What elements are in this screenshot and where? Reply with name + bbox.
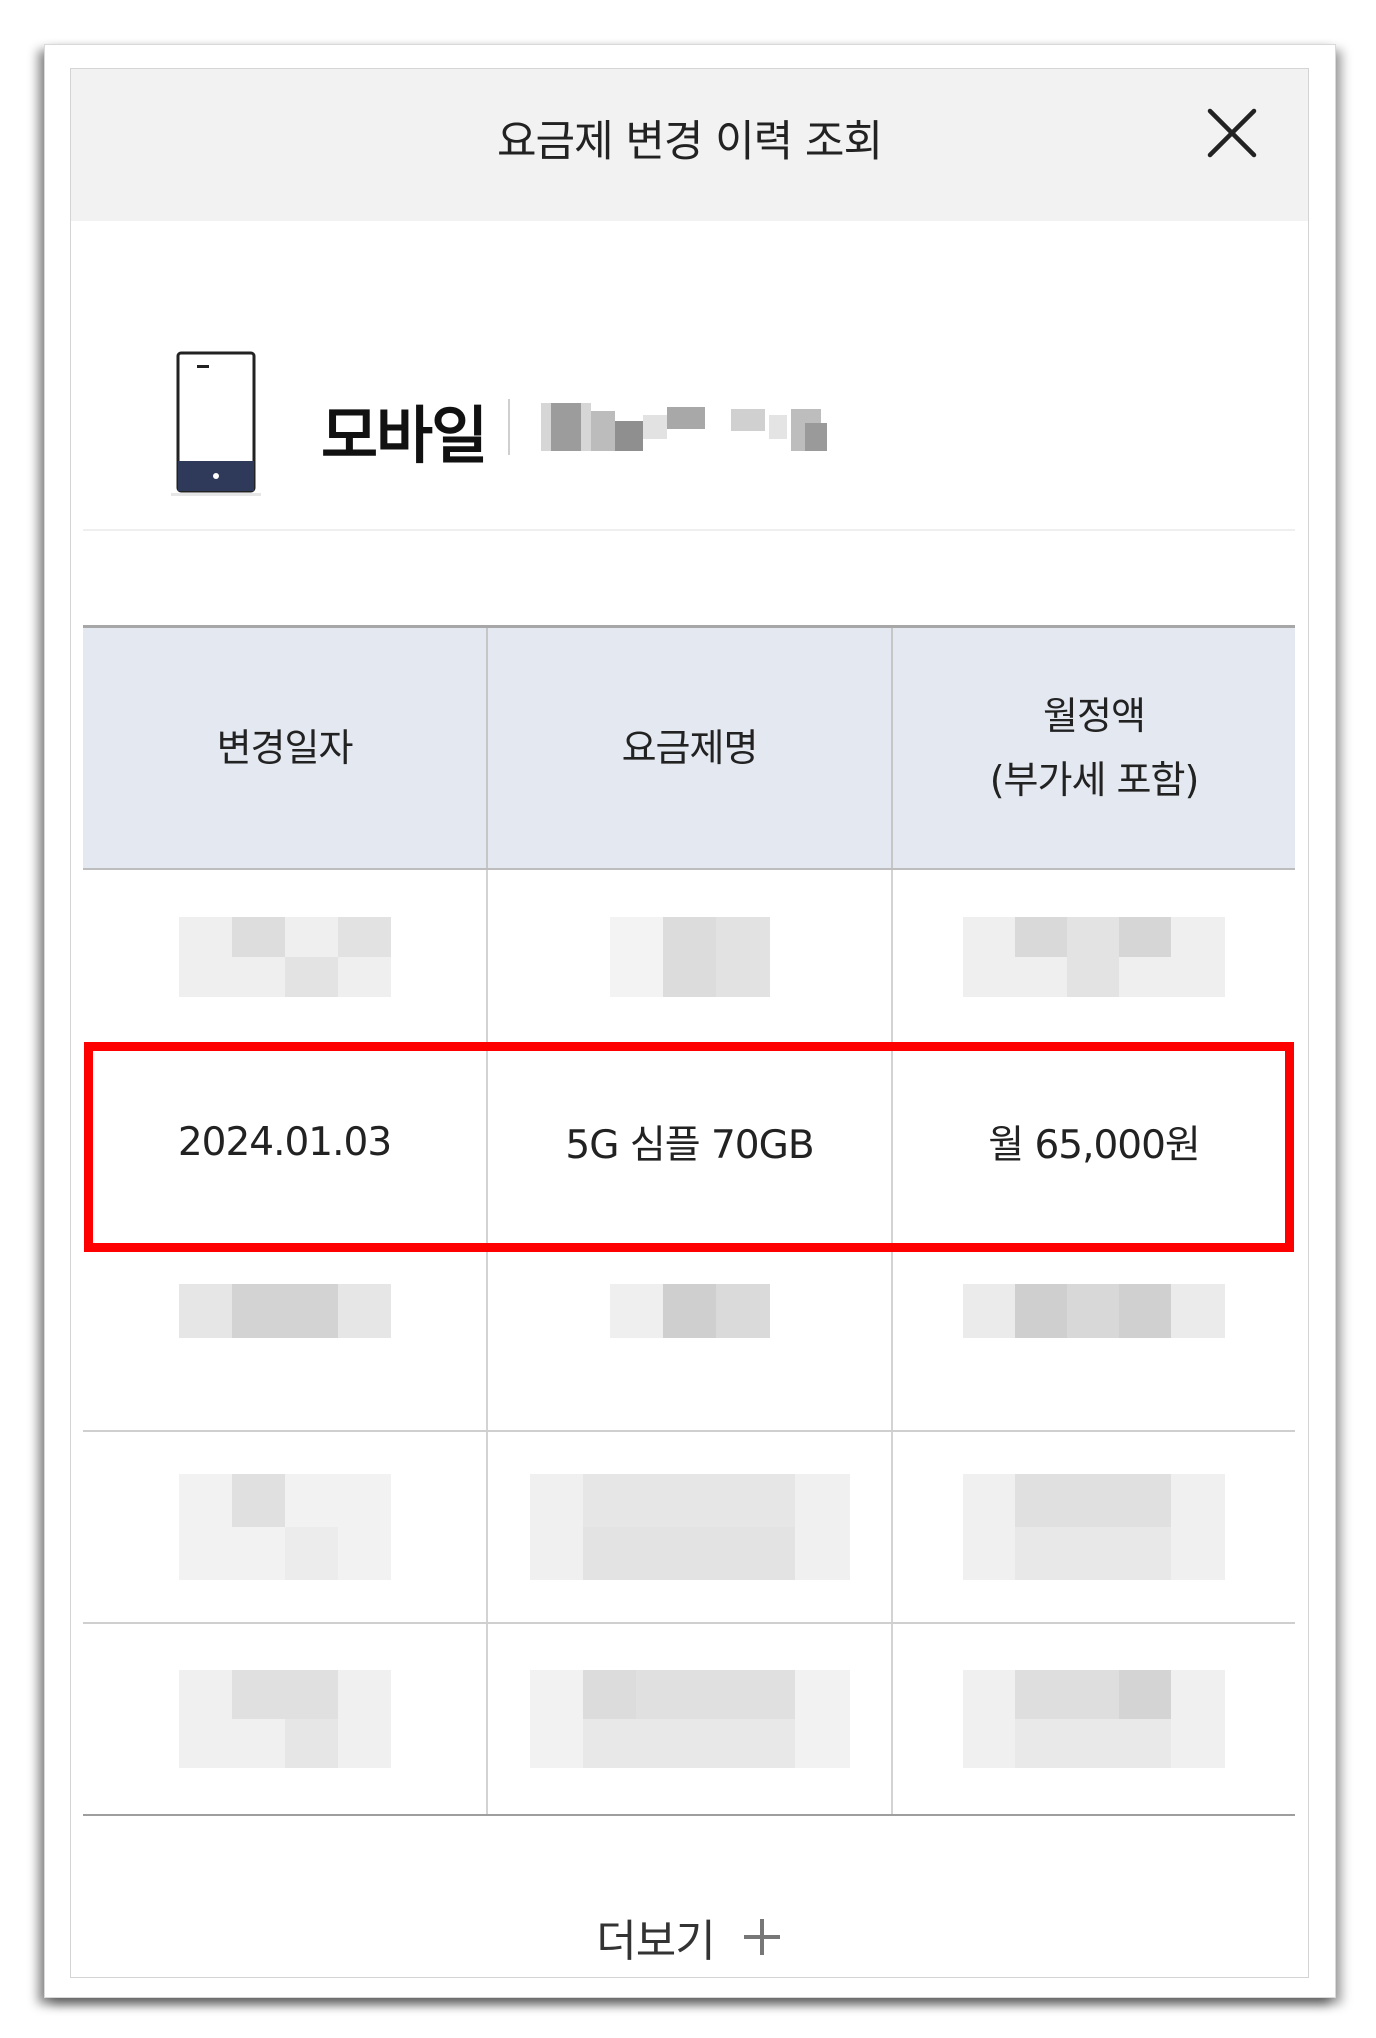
monthly-price: 월 65,000원 (988, 1123, 1201, 1168)
masked-cell (83, 870, 486, 1044)
masked-cell (488, 870, 891, 1044)
table-row (83, 1624, 1295, 1816)
service-type-label: 모바일 (321, 399, 488, 472)
masked-content (963, 1474, 1225, 1580)
more-button[interactable]: 더보기 (71, 1905, 1308, 1969)
close-icon (1207, 108, 1257, 158)
masked-cell (83, 1432, 486, 1622)
table-header: 변경일자 요금제명 월정액 (부가세 포함) (83, 625, 1295, 870)
table-row (83, 1432, 1295, 1624)
masked-phone-number (541, 403, 827, 451)
section-divider (83, 529, 1295, 531)
plus-icon (743, 1919, 780, 1955)
table-row (83, 870, 1295, 1044)
masked-content (178, 917, 391, 997)
masked-cell (893, 1624, 1295, 1814)
masked-cell (488, 1624, 891, 1814)
column-header-price-sub: (부가세 포함) (989, 758, 1200, 802)
masked-content (178, 1474, 391, 1580)
masked-cell (83, 1240, 486, 1430)
masked-content (609, 917, 770, 997)
change-date: 2024.01.03 (177, 1119, 392, 1165)
table-row-highlighted: 2024.01.03 5G 심플 70GB 월 65,000원 (83, 1044, 1295, 1240)
column-header-price: 월정액 (부가세 포함) (893, 628, 1295, 868)
masked-content (963, 917, 1225, 997)
plan-history-modal: 요금제 변경 이력 조회 모바일 변경일자 요금제명 월정액 (부가세 포함) … (70, 68, 1309, 1978)
plan-name: 5G 심플 70GB (565, 1123, 814, 1168)
masked-content (178, 1670, 391, 1768)
masked-cell (893, 1432, 1295, 1622)
divider (508, 399, 510, 455)
masked-content (178, 1284, 391, 1338)
column-header-price-label: 월정액 (1043, 694, 1146, 738)
column-header-plan: 요금제명 (621, 726, 759, 770)
table-row (83, 1240, 1295, 1432)
close-button[interactable] (1202, 103, 1262, 163)
plan-history-table: 변경일자 요금제명 월정액 (부가세 포함) 2024.01.03 5G 심플 … (83, 625, 1295, 1816)
masked-cell (488, 1432, 891, 1622)
masked-cell (488, 1240, 891, 1430)
masked-cell (893, 1240, 1295, 1430)
masked-cell (893, 870, 1295, 1044)
masked-content (529, 1670, 850, 1768)
modal-title: 요금제 변경 이력 조회 (496, 117, 883, 167)
masked-content (963, 1284, 1225, 1338)
masked-cell (83, 1624, 486, 1814)
more-label: 더보기 (596, 1916, 715, 1967)
column-header-date: 변경일자 (216, 726, 354, 770)
smartphone-icon (171, 351, 261, 496)
masked-content (529, 1474, 850, 1580)
masked-content (963, 1670, 1225, 1768)
modal-header: 요금제 변경 이력 조회 (71, 69, 1308, 221)
masked-content (609, 1284, 770, 1338)
